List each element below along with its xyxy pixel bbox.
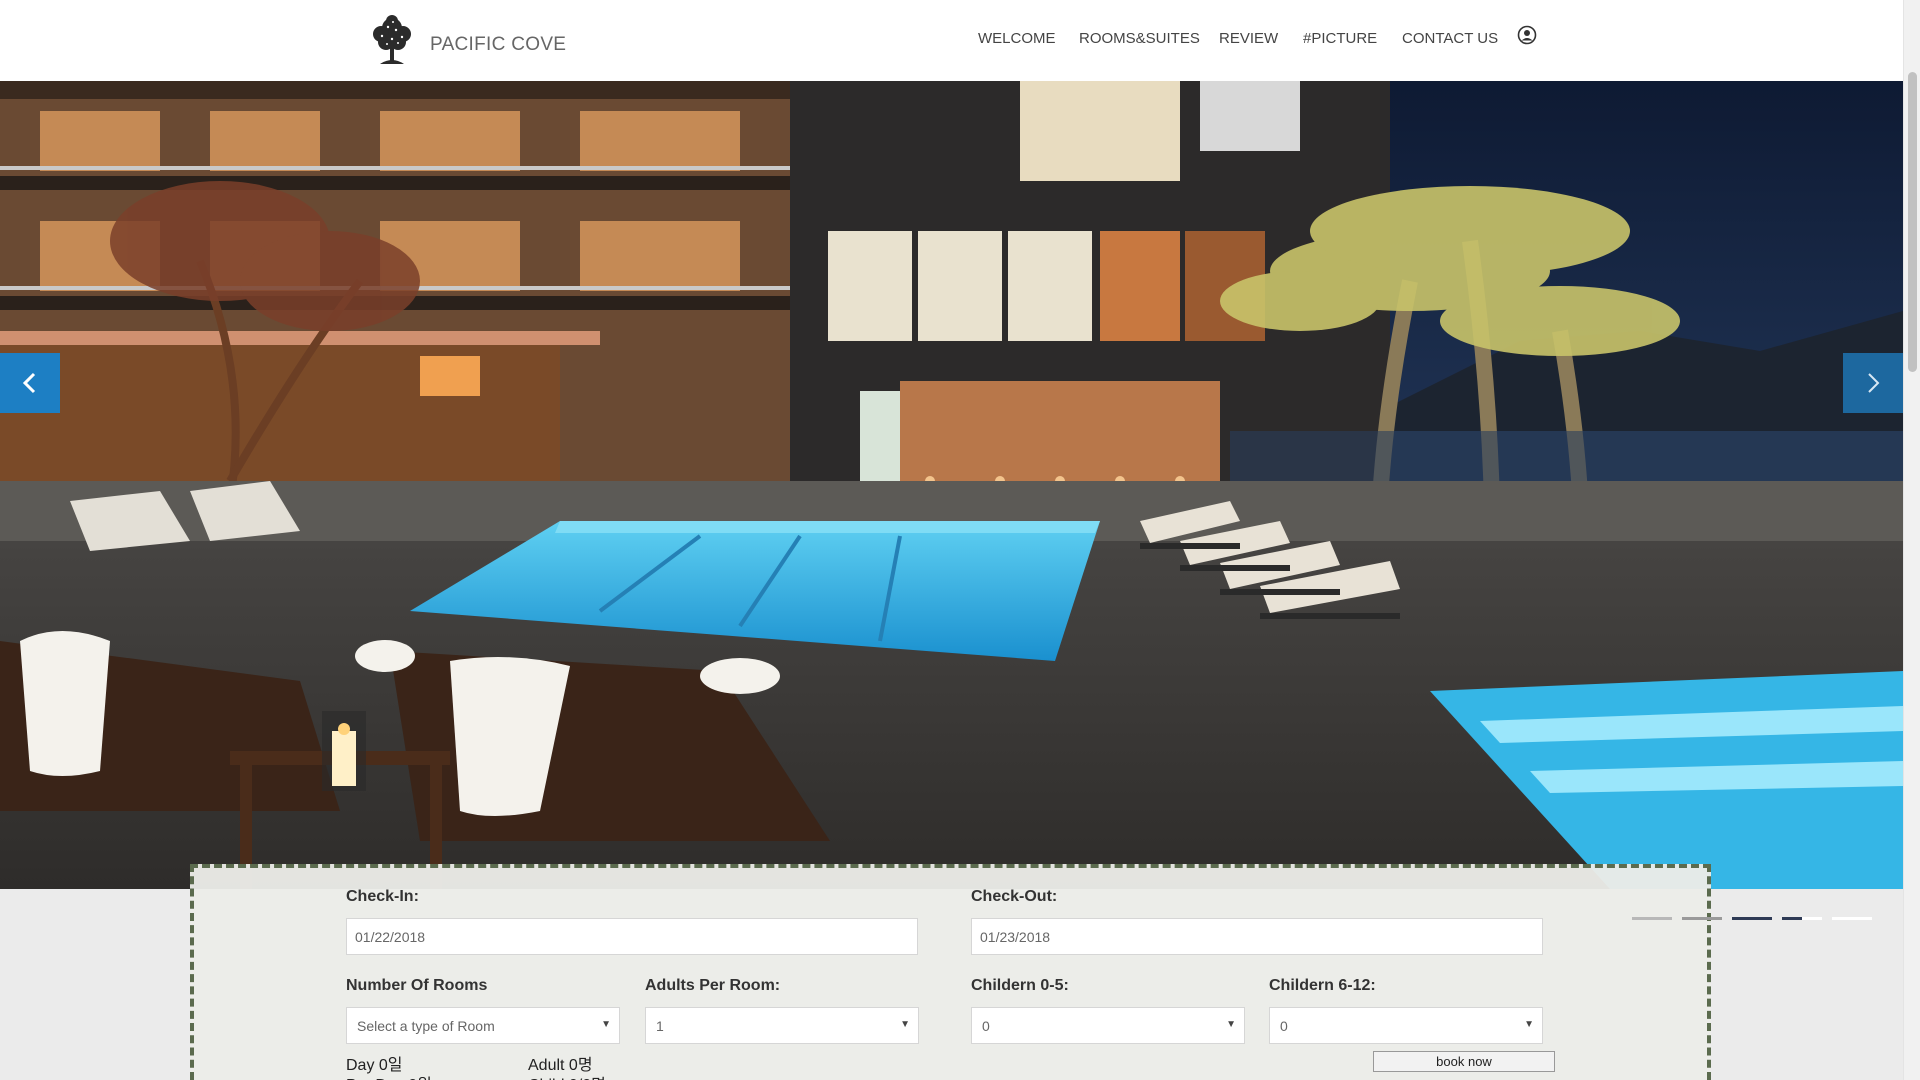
slider-dot-1[interactable] <box>1632 917 1672 920</box>
hero-slider <box>0 81 1903 889</box>
tree-logo-icon[interactable] <box>366 12 418 68</box>
slider-dot-4[interactable] <box>1782 917 1822 920</box>
children-6-12-select-value: 0 <box>1280 1018 1288 1034</box>
site-header: PACIFIC COVE WELCOME ROOMS&SUITES REVIEW… <box>0 0 1903 81</box>
slider-dot-2[interactable] <box>1682 917 1722 920</box>
rooms-label: Number Of Rooms <box>346 977 488 994</box>
checkin-label: Check-In: <box>346 888 419 905</box>
children-6-12-select[interactable]: 0 ▼ <box>1269 1007 1543 1044</box>
checkout-label: Check-Out: <box>971 888 1058 905</box>
children-0-5-label: Childern 0-5: <box>971 977 1069 994</box>
page-scrollbar[interactable] <box>1903 0 1920 1080</box>
checkin-input[interactable]: 01/22/2018 <box>346 918 918 955</box>
slider-next-button[interactable] <box>1843 353 1903 413</box>
chevron-down-icon: ▼ <box>601 1019 611 1030</box>
slider-dot-5[interactable] <box>1832 917 1872 920</box>
rooms-select[interactable]: Select a type of Room ▼ <box>346 1007 620 1044</box>
children-6-12-label: Childern 6-12: <box>1269 977 1376 994</box>
chevron-right-icon <box>1868 373 1880 393</box>
children-0-5-select-value: 0 <box>982 1018 990 1034</box>
nav-review[interactable]: REVIEW <box>1219 30 1278 47</box>
nav-contact-us[interactable]: CONTACT US <box>1402 30 1498 47</box>
rooms-select-value: Select a type of Room <box>357 1018 495 1034</box>
nav-welcome[interactable]: WELCOME <box>978 30 1056 47</box>
chevron-left-icon <box>22 372 36 394</box>
per-day-text: Per Day 0원 <box>346 1071 432 1080</box>
children-0-5-select[interactable]: 0 ▼ <box>971 1007 1245 1044</box>
adults-label: Adults Per Room: <box>645 977 781 994</box>
chevron-down-icon: ▼ <box>900 1019 910 1030</box>
nav-rooms-suites[interactable]: ROOMS&SUITES <box>1079 30 1200 47</box>
checkout-input[interactable]: 01/23/2018 <box>971 918 1543 955</box>
brand-name[interactable]: PACIFIC COVE <box>430 34 566 56</box>
slider-prev-button[interactable] <box>0 353 60 413</box>
child-count-text: Child 0/0명 <box>528 1071 606 1080</box>
chevron-down-icon: ▼ <box>1226 1019 1236 1030</box>
book-now-button[interactable]: book now <box>1373 1051 1555 1072</box>
adults-select-value: 1 <box>656 1018 664 1034</box>
scrollbar-thumb[interactable] <box>1908 72 1917 372</box>
user-circle-icon[interactable] <box>1517 25 1537 45</box>
hero-image <box>0 81 1903 889</box>
adults-select[interactable]: 1 ▼ <box>645 1007 919 1044</box>
chevron-down-icon: ▼ <box>1524 1019 1534 1030</box>
nav-picture[interactable]: #PICTURE <box>1303 30 1377 47</box>
slider-dot-3[interactable] <box>1732 917 1772 920</box>
